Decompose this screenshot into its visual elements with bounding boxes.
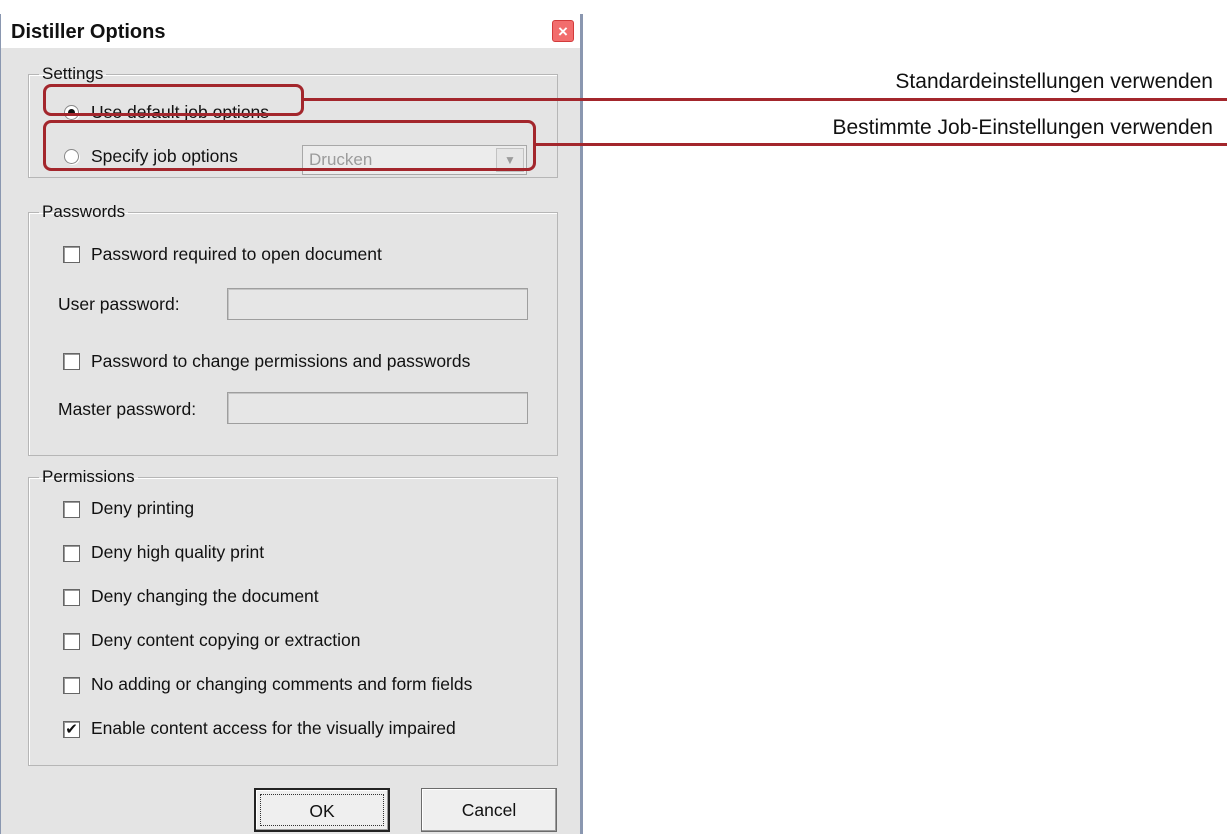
ok-button[interactable]: OK (254, 788, 390, 832)
change-permissions-password-label[interactable]: Password to change permissions and passw… (91, 351, 470, 372)
enable-accessibility-label[interactable]: Enable content access for the visually i… (91, 718, 456, 739)
cancel-button-label: Cancel (461, 800, 517, 820)
close-icon[interactable]: × (552, 20, 574, 42)
no-comments-forms-label[interactable]: No adding or changing comments and form … (91, 674, 472, 695)
deny-content-copying-label[interactable]: Deny content copying or extraction (91, 630, 360, 651)
deny-content-copying-checkbox[interactable] (63, 633, 80, 650)
permissions-legend: Permissions (42, 467, 135, 486)
settings-legend: Settings (42, 64, 104, 83)
enable-accessibility-checkbox[interactable]: ✔ (63, 721, 80, 738)
specify-options-highlight (43, 120, 536, 171)
deny-printing-label[interactable]: Deny printing (91, 498, 194, 519)
cancel-button[interactable]: Cancel (421, 788, 557, 832)
specify-options-leader-line (536, 143, 1227, 146)
master-password-label: Master password: (58, 399, 197, 419)
deny-high-quality-print-label[interactable]: Deny high quality print (91, 542, 264, 563)
dialog-title: Distiller Options (11, 21, 166, 43)
use-default-highlight (43, 84, 304, 116)
title-bar[interactable]: Distiller Options × (1, 14, 580, 48)
change-permissions-password-checkbox[interactable] (63, 353, 80, 370)
deny-changing-document-label[interactable]: Deny changing the document (91, 586, 319, 607)
passwords-legend: Passwords (42, 202, 126, 221)
master-password-field[interactable] (227, 392, 528, 424)
require-open-password-checkbox[interactable] (63, 246, 80, 263)
user-password-label: User password: (58, 294, 180, 314)
user-password-field[interactable] (227, 288, 528, 320)
deny-printing-checkbox[interactable] (63, 501, 80, 518)
deny-high-quality-print-checkbox[interactable] (63, 545, 80, 562)
specify-options-annotation: Bestimmte Job-Einstellungen verwenden (832, 116, 1213, 139)
require-open-password-label[interactable]: Password required to open document (91, 244, 382, 265)
default-options-annotation: Standardeinstellungen verwenden (895, 70, 1213, 93)
use-default-leader-line (304, 98, 1227, 101)
focus-rectangle (260, 794, 384, 826)
deny-changing-document-checkbox[interactable] (63, 589, 80, 606)
no-comments-forms-checkbox[interactable] (63, 677, 80, 694)
